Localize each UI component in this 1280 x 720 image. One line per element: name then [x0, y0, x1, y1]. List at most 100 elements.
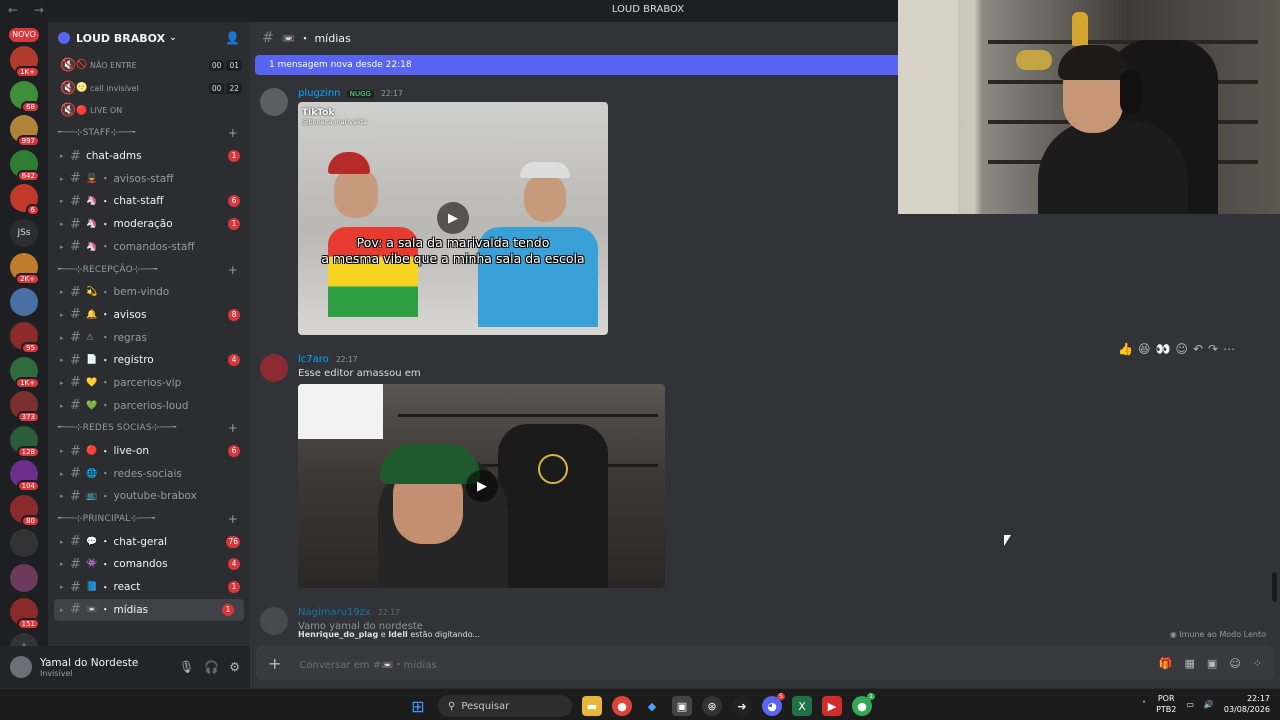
video-attachment[interactable]: TikTok @boneca.marivalda Pov: a sala da … [298, 102, 608, 335]
server-icon[interactable]: 1K+ [10, 46, 40, 78]
chrome-icon[interactable]: ● 1 [852, 693, 875, 716]
channel-item[interactable]: ▸ # 💂 ・ avisos-staff [48, 167, 250, 190]
channel-item[interactable]: ▸ # 💫 ・ bem-vindo [48, 281, 250, 304]
channel-item[interactable]: ▸ # 📄 ・ registro 4 [48, 349, 250, 372]
app-icon[interactable]: ➜ [732, 696, 752, 716]
channel-name: registro [113, 354, 154, 367]
server-icon[interactable] [10, 287, 38, 316]
add-channel-icon[interactable]: + [228, 263, 238, 277]
guild-header[interactable]: LOUD BRABOX ⌄ 👤 [48, 22, 250, 54]
voice-channel[interactable]: 🔇 🚫 NÃO ENTRE 00 01 [48, 54, 250, 77]
chrome-icon[interactable]: ● [612, 696, 632, 716]
server-icon[interactable]: 104 [10, 460, 40, 492]
scrollbar[interactable] [1272, 572, 1277, 602]
channel-item[interactable]: ▸ # 🔔 ・ avisos 8 [48, 304, 250, 327]
new-messages-bar[interactable]: 1 mensagem nova desde 22:18 [255, 55, 905, 75]
tiktok-label: TikTok [302, 108, 335, 118]
channel-item[interactable]: ▸ # 🦄 ・ comandos-staff [48, 236, 250, 259]
gif-icon[interactable]: ▦ [1185, 657, 1195, 670]
avatar[interactable] [10, 656, 32, 678]
message-composer[interactable]: + Conversar em #📼・mídias 🎁 ▦ ▣ ☺ ⁘ [256, 646, 1274, 680]
add-reaction-icon[interactable]: ☺ [1175, 342, 1188, 356]
channel-item[interactable]: ▸ # ⚠ ・ regras [48, 326, 250, 349]
headphones-icon[interactable]: 🎧 [204, 660, 219, 674]
server-icon[interactable]: 68 [10, 80, 40, 113]
eyes-icon[interactable]: 👀 [1155, 342, 1170, 356]
category-staff[interactable]: ╾──⊹STAFF⊹──╼ + [48, 122, 250, 145]
chevron-up-icon[interactable]: ˄ [1142, 700, 1146, 709]
discord-icon[interactable]: ◕ 5 [762, 693, 785, 716]
more-icon[interactable]: ⋯ [1223, 342, 1235, 356]
server-icon[interactable]: 95 [10, 322, 40, 354]
apps-icon[interactable]: ⁘ [1253, 657, 1262, 670]
emoji-icon[interactable]: ☺ [1229, 657, 1240, 670]
channel-item[interactable]: ▸ # 🔴 ・ live-on 6 [48, 440, 250, 463]
language-indicator[interactable]: POR PTB2 [1156, 693, 1176, 715]
server-icon[interactable]: 6 [10, 184, 40, 216]
play-icon[interactable]: ▶ [437, 202, 469, 234]
clock[interactable]: 22:17 03/08/2026 [1224, 693, 1270, 715]
gear-icon[interactable]: ⚙ [229, 660, 240, 674]
server-icon[interactable] [10, 563, 38, 592]
add-channel-icon[interactable]: + [228, 126, 238, 140]
message-author[interactable]: lc7aro [298, 354, 329, 365]
volume-icon[interactable]: 🔊 [1204, 700, 1214, 709]
gift-icon[interactable]: 🎁 [1159, 657, 1173, 670]
slowmode-notice: ◉ Imune ao Modo Lento [1169, 630, 1266, 639]
add-channel-icon[interactable]: + [228, 512, 238, 526]
video-attachment[interactable]: ▶ [298, 384, 665, 588]
network-icon[interactable]: ▭ [1186, 700, 1194, 709]
server-icon[interactable]: 997 [10, 115, 40, 147]
file-explorer-icon[interactable]: ▬ [582, 696, 602, 716]
channel-item[interactable]: ▸ # 📼 ・ mídias 1 [54, 598, 244, 622]
message-author[interactable]: Nagimaru19zx [298, 607, 371, 618]
app-icon[interactable]: ⊛ [702, 696, 722, 716]
server-icon[interactable]: 1K+ [10, 356, 40, 389]
channel-item[interactable]: ▸ # 📺 ・ youtube-brabox [48, 485, 250, 508]
play-icon[interactable]: ▶ [466, 470, 498, 502]
taskbar-search[interactable]: ⚲ Pesquisar [438, 695, 572, 717]
add-channel-icon[interactable]: + [228, 421, 238, 435]
avatar[interactable] [260, 354, 288, 382]
avatar[interactable] [260, 88, 288, 116]
reply-icon[interactable]: ↶ [1193, 342, 1203, 356]
windows-start-icon[interactable]: ⊞ [408, 696, 428, 716]
server-icon[interactable]: 373 [10, 391, 40, 423]
voice-channel[interactable]: 🔇 🌝 call invisível 00 22 [48, 77, 250, 100]
caret-icon: ▸ [60, 378, 64, 387]
voice-channel[interactable]: 🔇 🔴 LIVE ON [48, 99, 250, 122]
server-icon[interactable]: 642 [10, 149, 40, 182]
channel-item[interactable]: ▸ # 👾 ・ comandos 4 [48, 553, 250, 576]
forward-icon[interactable]: ↷ [1208, 342, 1218, 356]
channel-item[interactable]: ▸ # 💚 ・ parcerios-loud [48, 394, 250, 417]
channel-item[interactable]: ▸ # chat-adms 1 [48, 145, 250, 168]
channel-item[interactable]: ▸ # 💛 ・ parcerios-vip [48, 372, 250, 395]
server-icon[interactable]: 2K+ [10, 253, 40, 285]
server-icon[interactable]: 80 [10, 494, 40, 527]
server-icon[interactable]: 128 [10, 425, 40, 458]
composer-placeholder[interactable]: Conversar em #📼・mídias [299, 656, 436, 671]
channel-item[interactable]: ▸ # 🦄 ・ moderação 1 [48, 213, 250, 236]
channel-item[interactable]: ▸ # 💬 ・ chat-geral 76 [48, 530, 250, 553]
server-icon[interactable]: JSs [10, 218, 38, 247]
sticker-icon[interactable]: ▣ [1207, 657, 1217, 670]
category-recepcao[interactable]: ╾──⊹RECEPÇÃO⊹──╼ + [48, 258, 250, 281]
server-icon[interactable] [10, 529, 38, 557]
app-icon[interactable]: ◆ [642, 696, 662, 716]
channel-item[interactable]: ▸ # 🦄 ・ chat-staff 6 [48, 190, 250, 213]
app-icon[interactable]: ▣ [672, 696, 692, 716]
category-principal[interactable]: ╾──⊹PRINCIPAL⊹──╼ + [48, 508, 250, 531]
channel-item[interactable]: ▸ # 📘 ・ react 1 [48, 576, 250, 599]
thumbs-up-icon[interactable]: 👍 [1118, 342, 1133, 356]
channel-item[interactable]: ▸ # 🌐 ・ redes-sociais [48, 462, 250, 485]
category-redes[interactable]: ╾──⊹REDES SOCIAS⊹──╼ + [48, 417, 250, 440]
laugh-icon[interactable]: 😆 [1138, 342, 1151, 356]
microphone-icon[interactable]: 🎙 [179, 660, 194, 674]
channel-emoji: 🌐 [86, 468, 98, 479]
app-icon[interactable]: ▶ [822, 696, 842, 716]
person-add-icon[interactable]: 👤 [225, 31, 240, 45]
add-attachment-icon[interactable]: + [268, 654, 281, 673]
excel-icon[interactable]: X [792, 696, 812, 716]
message-author[interactable]: plugzinn [298, 88, 341, 99]
server-icon[interactable]: 151 [10, 598, 40, 630]
